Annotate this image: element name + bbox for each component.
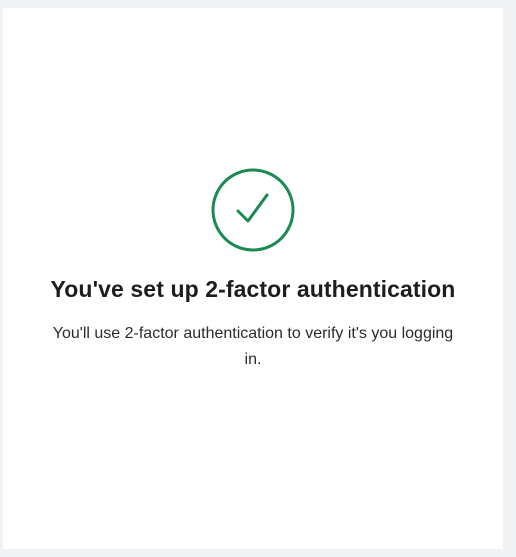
confirmation-card: You've set up 2-factor authentication Yo… <box>3 8 503 549</box>
checkmark-circle-icon <box>211 168 295 252</box>
confirmation-message: You'll use 2-factor authentication to ve… <box>52 325 454 368</box>
page-title: You've set up 2-factor authentication <box>50 276 456 302</box>
